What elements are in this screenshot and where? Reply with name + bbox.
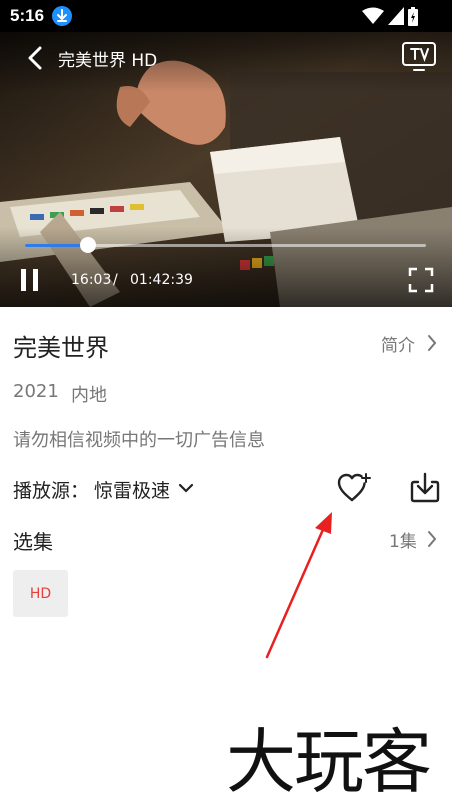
annotation-arrow	[265, 512, 332, 659]
watermark-logo: 大玩客	[226, 721, 432, 803]
